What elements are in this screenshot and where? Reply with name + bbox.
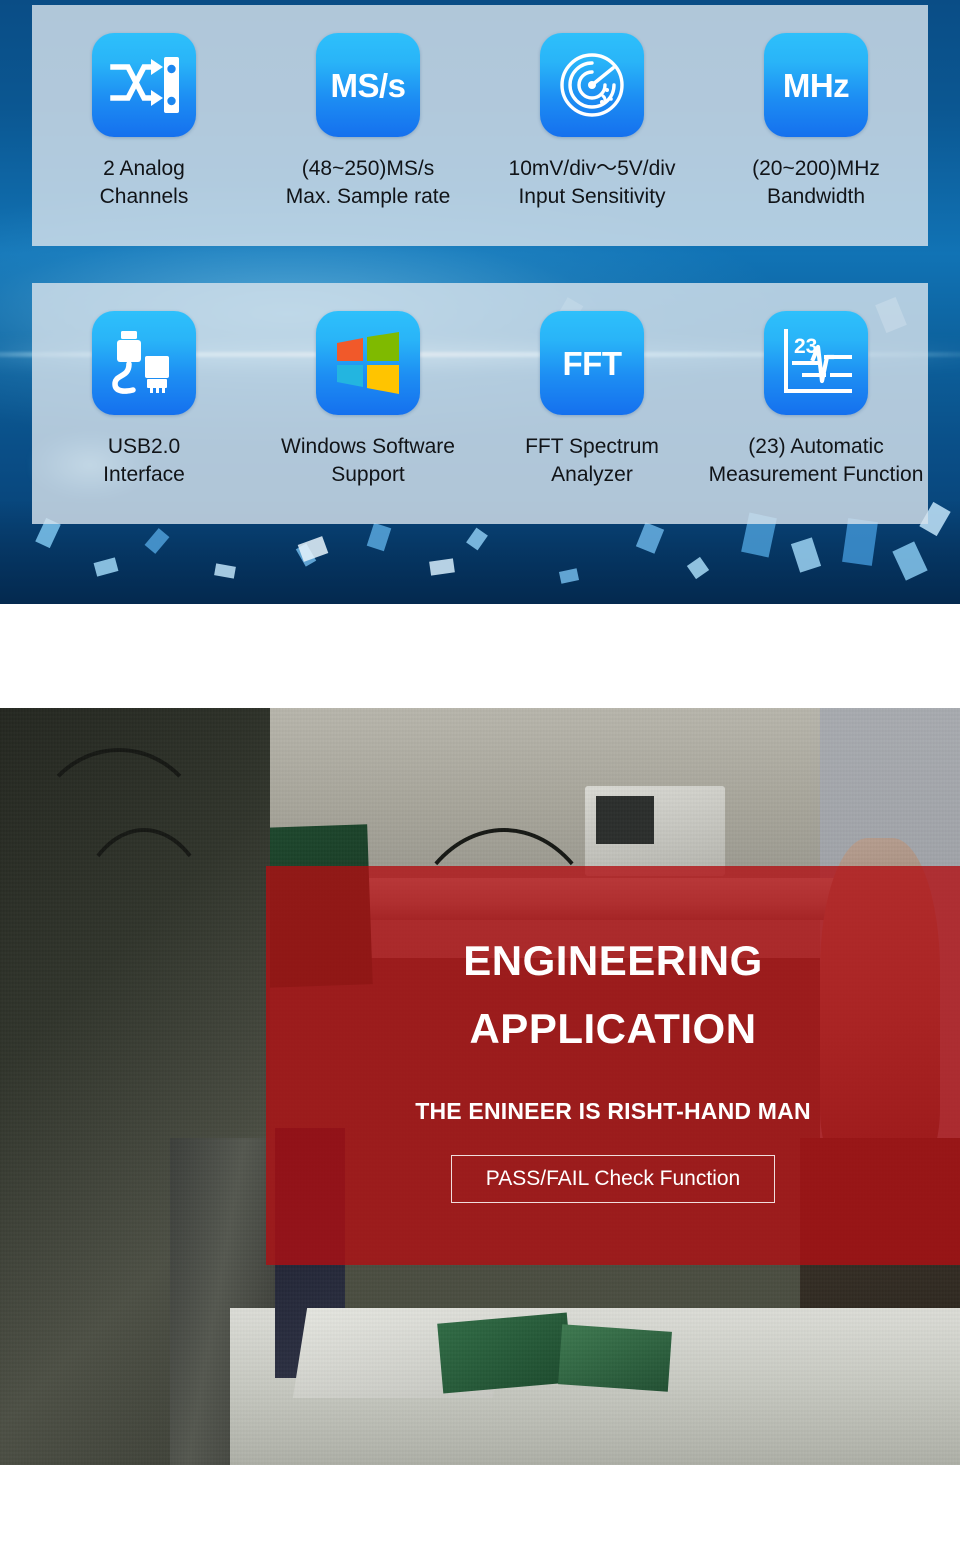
feature-sample-rate[interactable]: MS/s (48~250)MS/s Max. Sample rate: [256, 5, 480, 246]
hero-banner: 2 Analog Channels MS/s (48~250)MS/s Max.…: [0, 0, 960, 604]
feature-windows-support[interactable]: Windows Software Support: [256, 283, 480, 524]
feature-bandwidth[interactable]: MHz (20~200)MHz Bandwidth: [704, 5, 928, 246]
auto-measure-count: 23: [794, 335, 817, 358]
feature-label: (23) Automatic Measurement Function: [708, 435, 924, 486]
windows-logo-icon: [316, 311, 420, 415]
windows-logo-glyph: [337, 332, 399, 394]
feature-label: (48~250)MS/s Max. Sample rate: [285, 157, 451, 208]
auto-measure-icon: 23: [764, 311, 868, 415]
overlay-subtitle: THE ENINEER IS RISHT-HAND MAN: [415, 1098, 811, 1124]
specs-panel: 2 Analog Channels MS/s (48~250)MS/s Max.…: [32, 5, 928, 246]
overlay-title-line1: ENGINEERING: [463, 937, 763, 984]
sample-rate-icon: MS/s: [316, 33, 420, 137]
feature-analog-channels[interactable]: 2 Analog Channels: [32, 5, 256, 246]
usb-cable-glyph: [112, 331, 169, 394]
shuffle-channels-glyph: [110, 57, 179, 113]
pass-fail-check-button[interactable]: PASS/FAIL Check Function: [450, 1155, 776, 1203]
feature-label: Windows Software Support: [281, 435, 455, 486]
feature-input-sensitivity[interactable]: 10mV/div～5V/div Input Sensitivity: [480, 5, 704, 246]
feature-label: FFT Spectrum Analyzer: [525, 435, 659, 486]
radar-sensitivity-icon: [540, 33, 644, 137]
feature-usb-interface[interactable]: USB2.0 Interface: [32, 283, 256, 524]
feature-fft-analyzer[interactable]: FFT FFT Spectrum Analyzer: [480, 283, 704, 524]
shard-decoration: [842, 518, 878, 566]
bandwidth-icon: MHz: [764, 33, 868, 137]
fft-icon: FFT: [540, 311, 644, 415]
feature-label: USB2.0 Interface: [103, 435, 185, 486]
feature-label: (20~200)MHz Bandwidth: [752, 157, 880, 208]
feature-auto-measurement[interactable]: 23 (23) Automatic Measurement Function: [704, 283, 928, 524]
capabilities-panel: USB2.0 Interface Windows Software Suppor…: [32, 283, 928, 524]
feature-label: 2 Analog Channels: [99, 157, 189, 208]
application-overlay: ENGINEERING APPLICATION THE ENINEER IS R…: [266, 866, 960, 1265]
auto-measure-glyph: 23: [784, 329, 852, 393]
usb-cable-icon: [92, 311, 196, 415]
bandwidth-icon-text: MHz: [782, 66, 850, 104]
sample-rate-icon-text: MS/s: [330, 66, 406, 104]
radar-glyph: [560, 53, 624, 117]
fft-icon-text: FFT: [562, 344, 622, 382]
shuffle-channels-icon: [92, 33, 196, 137]
overlay-title-line2: APPLICATION: [469, 1005, 757, 1052]
feature-label: 10mV/div～5V/div Input Sensitivity: [508, 157, 676, 208]
